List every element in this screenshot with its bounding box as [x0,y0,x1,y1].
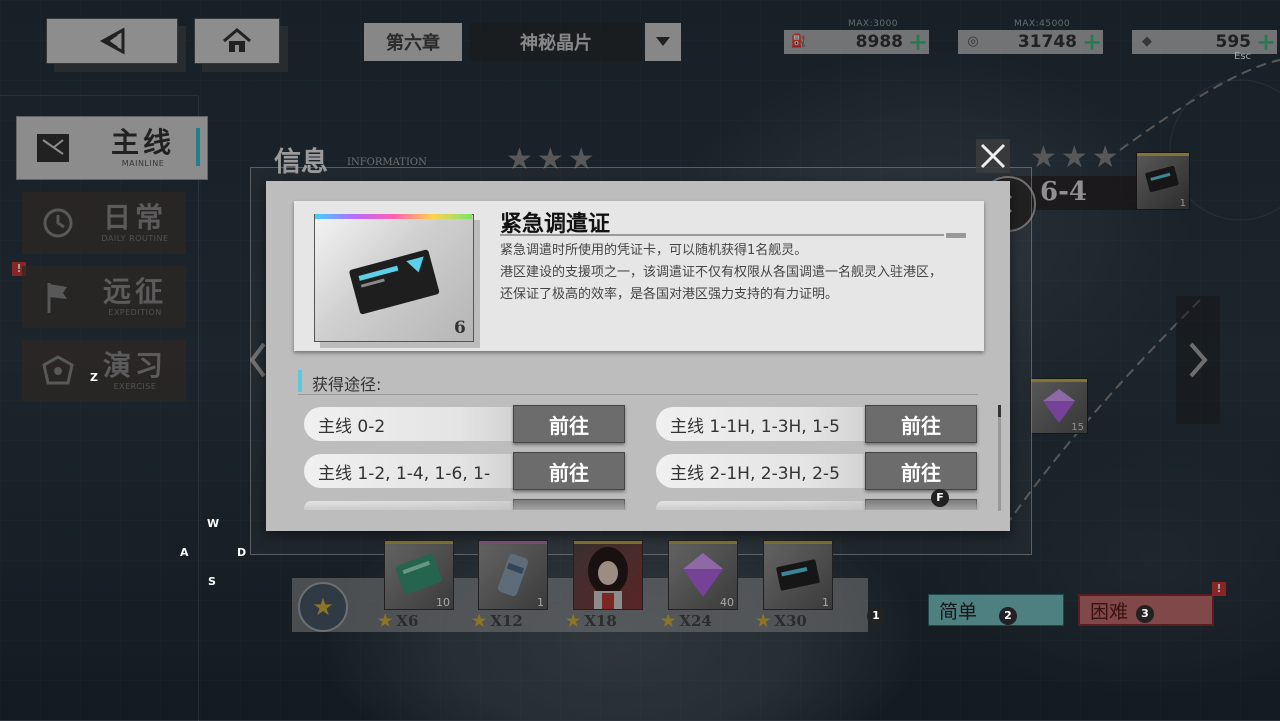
routes-scrollbar-thumb[interactable] [998,405,1001,417]
key-hint-w: W [207,517,220,530]
sources-label: 获得途径: [312,375,382,394]
modal-footer [266,510,1010,531]
goto-button[interactable]: 前往 [513,405,625,443]
goto-button-label: 前往 [901,413,941,438]
item-count: 6 [454,318,466,338]
title-divider [500,234,944,236]
item-description: 紧急调遣时所使用的凭证卡，可以随机获得1名舰灵。 港区建设的支援项之一，该调遣证… [500,240,950,306]
rarity-stripe [315,214,472,219]
goto-button[interactable]: 前往 [865,452,977,490]
key-hint-2: 2 [999,607,1017,625]
route-row: 主线 0-2 [304,407,524,441]
key-hint-f: F [931,489,949,507]
key-hint-1: 1 [867,607,885,625]
route-row: 主线 2-1H, 2-3H, 2-5 [656,454,876,488]
route-text: 主线 2-1H, 2-3H, 2-5 [670,463,840,484]
goto-button-label: 前往 [549,413,589,438]
dispatch-card-icon [349,249,440,315]
title-divider-end [946,233,966,238]
item-description-line: 港区建设的支援项之一，该调遣证不仅有权限从各国调遣一名舰灵入驻港区，还保证了极高… [500,265,943,302]
sources-divider [298,394,978,395]
routes-scrollbar[interactable] [998,405,1001,511]
route-text: 主线 0-2 [318,416,386,437]
key-hint-d: D [237,546,247,559]
goto-button[interactable]: 前往 [513,452,625,490]
item-thumbnail [314,214,474,342]
sources-accent [298,370,302,392]
key-hint-s: S [208,575,216,588]
close-icon [980,143,1006,169]
key-hint-a: A [180,546,189,559]
close-button[interactable] [976,139,1010,173]
route-text: 主线 1-1H, 1-3H, 1-5 [670,416,840,437]
key-hint-z: Z [90,371,98,384]
item-description-line: 紧急调遣时所使用的凭证卡，可以随机获得1名舰灵。 [500,243,808,258]
route-text: 主线 1-2, 1-4, 1-6, 1- [318,463,491,484]
route-row: 主线 1-2, 1-4, 1-6, 1- [304,454,524,488]
goto-button-label: 前往 [549,460,589,485]
key-hint-3: 3 [1136,605,1154,623]
goto-button-label: 前往 [901,460,941,485]
goto-button[interactable]: 前往 [865,405,977,443]
route-row: 主线 1-1H, 1-3H, 1-5 [656,407,876,441]
